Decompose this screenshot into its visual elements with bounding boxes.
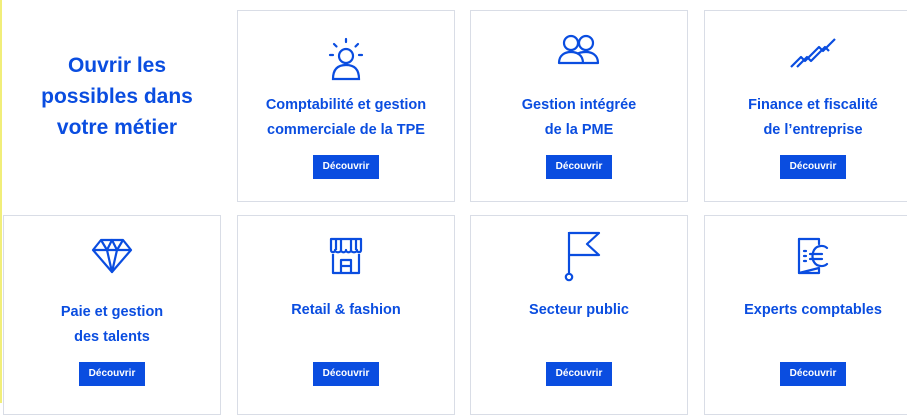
decouvrir-button[interactable]: Découvrir: [79, 362, 145, 386]
flag-icon: [563, 230, 603, 282]
card-paie-talents: Paie et gestion des talents Découvrir: [3, 215, 221, 415]
diamond-icon: [91, 238, 133, 274]
card-title: Paie et gestion des talents: [60, 304, 164, 345]
card-title: Retail & fashion: [291, 302, 401, 318]
trend-lines-icon: [789, 37, 837, 69]
decouvrir-button[interactable]: Découvrir: [780, 155, 846, 179]
card-secteur-public: Secteur public Découvrir: [470, 215, 688, 415]
decouvrir-button[interactable]: Découvrir: [546, 362, 612, 386]
users-group-icon: [557, 33, 601, 69]
card-title: Experts comptables: [744, 302, 882, 318]
card-experts-comptables: Experts comptables Découvrir: [704, 215, 907, 415]
intro-line-1: Ouvrir les: [67, 54, 167, 77]
intro-line-2: possibles dans: [41, 85, 193, 108]
intro-heading: Ouvrir les possibles dans votre métier: [22, 50, 212, 143]
card-finance-fiscalite: Finance et fiscalité de l’entreprise Déc…: [704, 10, 907, 202]
decouvrir-button[interactable]: Découvrir: [313, 155, 379, 179]
card-title: Comptabilité et gestion commerciale de l…: [265, 97, 427, 138]
card-title: Gestion intégrée de la PME: [521, 97, 637, 138]
decouvrir-button[interactable]: Découvrir: [546, 155, 612, 179]
storefront-icon: [328, 236, 364, 276]
euro-document-icon: [796, 236, 830, 276]
card-retail-fashion: Retail & fashion Découvrir: [237, 215, 455, 415]
left-border: [0, 0, 2, 403]
card-title: Finance et fiscalité de l’entreprise: [748, 97, 878, 138]
lightbulb-person-icon: [328, 37, 364, 81]
card-comptabilite-tpe: Comptabilité et gestion commerciale de l…: [237, 10, 455, 202]
decouvrir-button[interactable]: Découvrir: [313, 362, 379, 386]
card-title: Secteur public: [529, 302, 629, 318]
card-gestion-pme: Gestion intégrée de la PME Découvrir: [470, 10, 688, 202]
decouvrir-button[interactable]: Découvrir: [780, 362, 846, 386]
intro-line-3: votre métier: [56, 116, 178, 139]
